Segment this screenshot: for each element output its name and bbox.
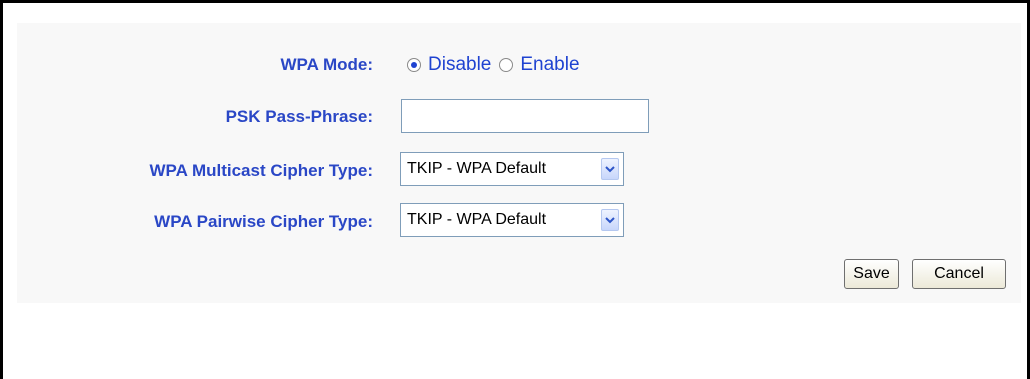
cancel-button[interactable]: Cancel <box>912 259 1006 289</box>
wpa-mode-radio-group: Disable Enable <box>407 54 588 76</box>
wpa-pairwise-cipher-select[interactable]: TKIP - WPA Default <box>400 203 624 237</box>
wpa-mode-disable-label[interactable]: Disable <box>428 54 491 76</box>
chevron-down-icon[interactable] <box>601 158 619 180</box>
wpa-multicast-cipher-select[interactable]: TKIP - WPA Default <box>400 152 624 186</box>
wpa-multicast-cipher-label: WPA Multicast Cipher Type: <box>149 161 373 180</box>
wpa-mode-disable-radio[interactable] <box>407 58 421 72</box>
wpa-pairwise-cipher-value: TKIP - WPA Default <box>407 211 547 228</box>
wpa-mode-enable-label[interactable]: Enable <box>520 54 579 76</box>
psk-pass-phrase-label: PSK Pass-Phrase: <box>225 107 373 126</box>
wpa-mode-enable-radio[interactable] <box>499 58 514 72</box>
wpa-multicast-cipher-value: TKIP - WPA Default <box>407 160 547 177</box>
wpa-pairwise-cipher-label: WPA Pairwise Cipher Type: <box>154 212 373 231</box>
chevron-down-icon[interactable] <box>601 209 619 231</box>
wpa-mode-label: WPA Mode: <box>280 55 373 74</box>
save-button[interactable]: Save <box>844 259 899 289</box>
psk-pass-phrase-input[interactable] <box>401 99 649 133</box>
router-settings-frame: WPA Mode: Disable Enable PSK Pass-Phrase… <box>0 0 1030 379</box>
